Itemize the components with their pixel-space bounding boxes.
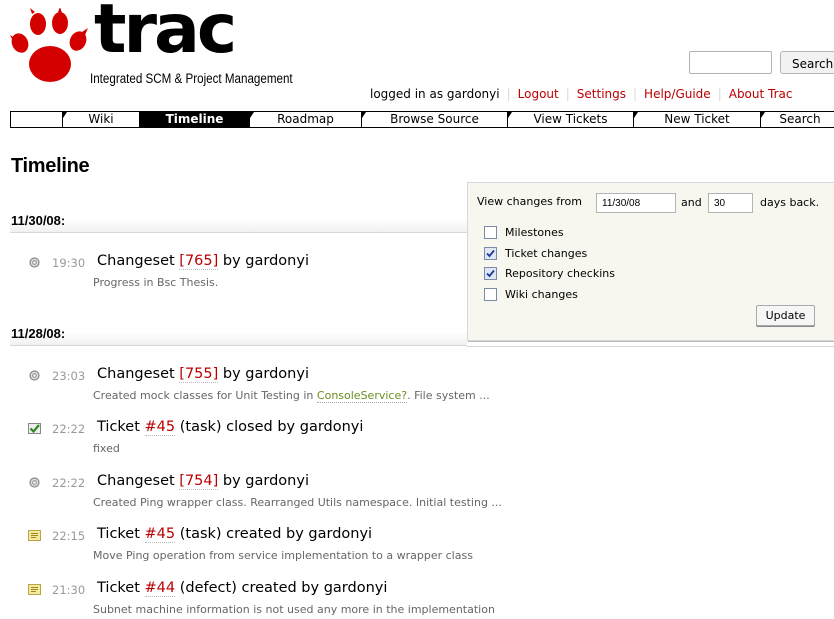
search-button[interactable]: Search xyxy=(780,51,834,74)
event-title: Ticket #44 (defect) created by gardonyi xyxy=(97,580,388,597)
ticket-link[interactable]: #45 xyxy=(144,419,176,436)
timeline-preferences: View changes from and days back. Milesto… xyxy=(467,182,834,341)
closed-ticket-icon xyxy=(28,423,41,434)
meta-navigation: logged in as gardonyi | Logout | Settings | He… xyxy=(370,87,793,101)
tab-search[interactable]: Search xyxy=(760,112,834,127)
event-description: Created Ping wrapper class. Rearranged U… xyxy=(93,496,502,509)
filter-wiki-changes[interactable]: Wiki changes xyxy=(484,286,578,302)
event-title: Ticket #45 (task) closed by gardonyi xyxy=(97,419,364,436)
wiki-link[interactable]: ConsoleService? xyxy=(316,389,408,403)
tab-view-tickets[interactable]: View Tickets xyxy=(507,112,633,127)
event-title: Changeset [754] by gardonyi xyxy=(97,473,309,490)
logo-wordmark: trac xyxy=(94,0,237,69)
filter-ticket-changes[interactable]: Ticket changes xyxy=(484,245,587,261)
changeset-link[interactable]: [754] xyxy=(179,473,219,490)
event-title: Changeset [755] by gardonyi xyxy=(97,366,309,383)
tab-timeline[interactable]: Timeline xyxy=(139,112,249,127)
checkbox[interactable] xyxy=(484,225,497,239)
about-trac-link[interactable]: About Trac xyxy=(729,87,793,101)
changeset-icon xyxy=(29,257,40,268)
changeset-icon xyxy=(29,370,40,381)
tab-new-ticket[interactable]: New Ticket xyxy=(633,112,760,127)
checkbox[interactable] xyxy=(484,246,497,260)
event-description: Move Ping operation from service impleme… xyxy=(93,549,473,562)
event-description: Progress in Bsc Thesis. xyxy=(93,276,219,289)
search-input[interactable] xyxy=(689,51,772,74)
changeset-link[interactable]: [755] xyxy=(179,366,219,383)
filter-milestones[interactable]: Milestones xyxy=(484,224,564,240)
page-title: Timeline xyxy=(11,155,90,177)
checkbox[interactable] xyxy=(484,287,497,301)
update-button[interactable]: Update xyxy=(756,305,815,326)
tab-spacer xyxy=(11,112,62,127)
filter-repository-checkins[interactable]: Repository checkins xyxy=(484,265,615,281)
tab-browse-source[interactable]: Browse Source xyxy=(361,112,507,127)
ticket-link[interactable]: #44 xyxy=(144,580,176,597)
event-description: Subnet machine information is not used a… xyxy=(93,603,495,616)
settings-link[interactable]: Settings xyxy=(577,87,626,101)
checkmark-icon xyxy=(486,249,495,257)
logout-link[interactable]: Logout xyxy=(518,87,559,101)
event-title: Changeset [765] by gardonyi xyxy=(97,253,309,270)
event-title: Ticket #45 (task) created by gardonyi xyxy=(97,526,373,543)
day-header: 11/30/08: xyxy=(10,213,467,233)
day-header: 11/28/08: xyxy=(10,326,467,346)
tab-wiki[interactable]: Wiki xyxy=(62,112,139,127)
checkmark-icon xyxy=(486,269,495,277)
changeset-link[interactable]: [765] xyxy=(179,253,219,270)
new-ticket-icon xyxy=(28,530,41,541)
checkbox[interactable] xyxy=(484,266,497,280)
view-changes-label: View changes from xyxy=(477,195,582,208)
paw-icon xyxy=(10,8,88,82)
help-guide-link[interactable]: Help/Guide xyxy=(644,87,711,101)
and-label: and xyxy=(681,196,702,209)
days-back-label: days back. xyxy=(760,196,820,209)
from-date-input[interactable] xyxy=(596,193,676,213)
logged-in-label: logged in as gardonyi xyxy=(370,87,500,101)
new-ticket-icon xyxy=(28,584,41,595)
ticket-link[interactable]: #45 xyxy=(144,526,176,543)
changeset-icon xyxy=(29,477,40,488)
trac-logo[interactable]: trac Integrated SCM & Project Management xyxy=(10,0,300,90)
divider xyxy=(467,346,834,347)
main-navigation: Wiki Timeline Roadmap Browse Source View… xyxy=(10,111,834,128)
event-description: Created mock classes for Unit Testing in… xyxy=(93,389,490,403)
days-back-input[interactable] xyxy=(708,193,753,213)
tab-roadmap[interactable]: Roadmap xyxy=(249,112,361,127)
logo-subtitle: Integrated SCM & Project Management xyxy=(90,71,293,86)
event-description: fixed xyxy=(93,442,120,455)
